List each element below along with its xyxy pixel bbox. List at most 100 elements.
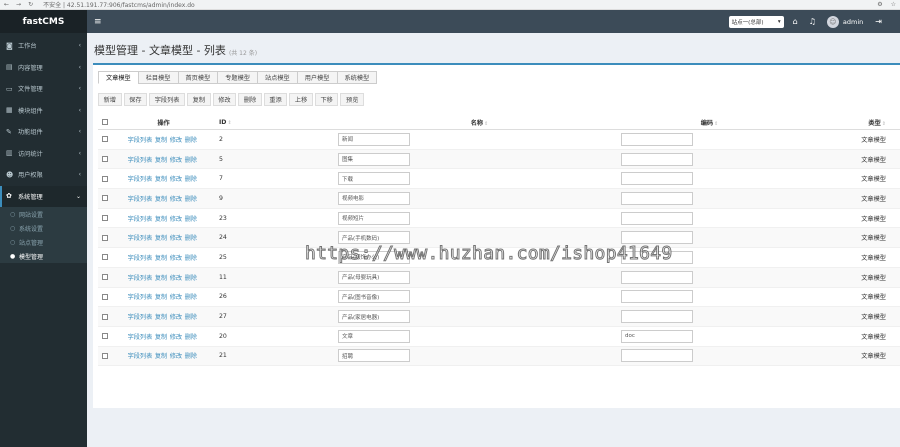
row-action-link[interactable]: 删除 (185, 275, 197, 282)
toolbar-button[interactable]: 上移 (289, 93, 313, 106)
row-action-link[interactable]: 字段列表 (128, 334, 153, 341)
row-action-link[interactable]: 修改 (170, 314, 182, 321)
row-action-link[interactable]: 复制 (155, 216, 167, 223)
row-action-link[interactable]: 修改 (170, 196, 182, 203)
row-action-link[interactable]: 字段列表 (128, 235, 153, 242)
code-input[interactable] (621, 349, 693, 363)
header-id[interactable]: ID⇕ (215, 119, 338, 126)
row-action-link[interactable]: 删除 (185, 216, 197, 223)
star-icon[interactable]: ☆ (891, 1, 896, 8)
row-action-link[interactable]: 修改 (170, 216, 182, 223)
code-input[interactable] (621, 152, 693, 166)
row-action-link[interactable]: 修改 (170, 353, 182, 360)
code-input[interactable] (621, 270, 693, 284)
row-action-link[interactable]: 删除 (185, 196, 197, 203)
toolbar-button[interactable]: 保存 (123, 93, 148, 106)
row-action-link[interactable]: 字段列表 (128, 137, 153, 144)
address-bar[interactable]: 不安全 | 42.51.191.77:906/fastcms/admin/ind… (43, 0, 877, 9)
toolbar-button[interactable]: 删除 (238, 93, 262, 106)
toolbar-button[interactable]: 新增 (98, 93, 122, 106)
tab-model[interactable]: 专题模型 (217, 71, 258, 84)
code-input[interactable] (621, 211, 693, 225)
row-checkbox[interactable] (102, 293, 108, 300)
toolbar-button[interactable]: 预览 (340, 93, 364, 106)
row-checkbox[interactable] (102, 136, 108, 143)
code-input[interactable] (621, 132, 693, 146)
sidebar-item[interactable]: ▥ 访问统计 ‹ (0, 143, 87, 165)
row-action-link[interactable]: 复制 (155, 255, 167, 262)
name-input[interactable]: 招聘 (338, 349, 410, 363)
row-action-link[interactable]: 删除 (185, 294, 197, 301)
back-icon[interactable]: ← (4, 1, 9, 8)
row-action-link[interactable]: 修改 (170, 235, 182, 242)
name-input[interactable]: 产品(家居电器) (338, 310, 410, 324)
row-checkbox[interactable] (102, 195, 108, 202)
row-action-link[interactable]: 复制 (155, 353, 167, 360)
bell-icon[interactable]: ♫ (809, 17, 816, 26)
code-input[interactable] (621, 191, 693, 205)
row-action-link[interactable]: 复制 (155, 314, 167, 321)
row-action-link[interactable]: 删除 (185, 314, 197, 321)
sidebar-item[interactable]: ✿ 系统管理 ⌄ (0, 185, 87, 207)
forward-icon[interactable]: → (16, 1, 21, 8)
logo[interactable]: fastCMS (0, 10, 87, 33)
submenu-item[interactable]: ○ 系统设置 (0, 221, 87, 235)
row-action-link[interactable]: 复制 (155, 137, 167, 144)
row-action-link[interactable]: 删除 (185, 334, 197, 341)
tab-model[interactable]: 文章模型 (98, 71, 139, 84)
row-action-link[interactable]: 字段列表 (128, 353, 153, 360)
header-type[interactable]: 类型⇕ (798, 118, 900, 127)
sidebar-item[interactable]: ▤ 内容管理 ‹ (0, 57, 87, 79)
row-action-link[interactable]: 复制 (155, 235, 167, 242)
row-action-link[interactable]: 删除 (185, 137, 197, 144)
toolbar-button[interactable]: 修改 (212, 93, 237, 106)
row-action-link[interactable]: 修改 (170, 275, 182, 282)
row-action-link[interactable]: 复制 (155, 196, 167, 203)
row-action-link[interactable]: 删除 (185, 157, 197, 164)
row-action-link[interactable]: 字段列表 (128, 176, 153, 183)
tab-model[interactable]: 栏目模型 (137, 71, 179, 84)
toolbar-button[interactable]: 下移 (314, 93, 339, 106)
row-checkbox[interactable] (102, 254, 108, 261)
row-checkbox[interactable] (102, 333, 108, 340)
row-action-link[interactable]: 字段列表 (128, 255, 153, 262)
toolbar-button[interactable]: 字段列表 (149, 93, 186, 106)
row-checkbox[interactable] (102, 156, 108, 163)
row-action-link[interactable]: 删除 (185, 353, 197, 360)
row-action-link[interactable]: 字段列表 (128, 157, 153, 164)
row-action-link[interactable]: 复制 (155, 275, 167, 282)
row-action-link[interactable]: 字段列表 (128, 294, 153, 301)
header-name[interactable]: 名称⇕ (338, 118, 621, 127)
code-input[interactable]: doc (621, 329, 693, 343)
sidebar-item[interactable]: ✎ 功能组件 ‹ (0, 121, 87, 143)
row-action-link[interactable]: 删除 (185, 176, 197, 183)
submenu-item[interactable]: ○ 网站设置 (0, 207, 87, 221)
row-action-link[interactable]: 复制 (155, 157, 167, 164)
row-action-link[interactable]: 字段列表 (128, 216, 153, 223)
row-checkbox[interactable] (102, 234, 108, 241)
name-input[interactable]: 产品(图书音像) (338, 290, 410, 304)
code-input[interactable] (621, 310, 693, 324)
name-input[interactable]: 图集 (338, 152, 410, 166)
code-input[interactable] (621, 290, 693, 304)
row-action-link[interactable]: 字段列表 (128, 275, 153, 282)
row-action-link[interactable]: 修改 (170, 176, 182, 183)
sidebar-item[interactable]: ▦ 模块组件 ‹ (0, 100, 87, 122)
row-action-link[interactable]: 复制 (155, 334, 167, 341)
row-action-link[interactable]: 修改 (170, 157, 182, 164)
row-action-link[interactable]: 字段列表 (128, 314, 153, 321)
avatar[interactable]: ☺ (826, 15, 839, 28)
menu-toggle-icon[interactable]: ≡ (94, 17, 102, 27)
site-select[interactable]: 站点一(总部) ▾ (728, 15, 784, 28)
tab-model[interactable]: 站点模型 (257, 71, 298, 84)
row-action-link[interactable]: 修改 (170, 137, 182, 144)
sidebar-item[interactable]: ☻ 用户权限 ‹ (0, 164, 87, 186)
tab-model[interactable]: 系统模型 (336, 71, 378, 84)
name-input[interactable]: 新闻 (338, 132, 410, 146)
user-name[interactable]: admin (843, 18, 863, 26)
row-checkbox[interactable] (102, 352, 108, 359)
name-input[interactable]: 视频电影 (338, 191, 410, 205)
name-input[interactable]: 产品(母婴玩具) (338, 270, 410, 284)
code-input[interactable] (621, 250, 693, 264)
tab-model[interactable]: 首页模型 (177, 71, 219, 84)
